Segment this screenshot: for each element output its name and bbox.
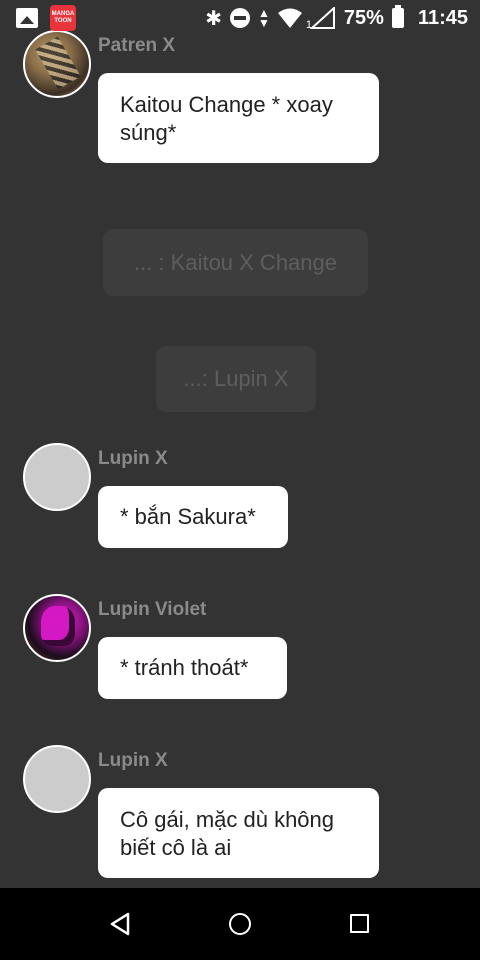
signal-icon: 1 bbox=[306, 7, 336, 31]
avatar-lupin-violet[interactable] bbox=[23, 594, 91, 662]
status-bar: MANGA TOON ✱ ▲ ▼ 1 75% 11:45 bbox=[0, 0, 480, 36]
message-bubble[interactable]: * tránh thoát* bbox=[98, 637, 287, 699]
message-bubble[interactable]: Kaitou Change * xoay súng* bbox=[98, 73, 379, 163]
recents-icon[interactable] bbox=[350, 914, 369, 933]
clock: 11:45 bbox=[417, 6, 468, 29]
back-icon[interactable] bbox=[108, 912, 132, 941]
sender-name: Patren X bbox=[98, 35, 176, 56]
narration-bubble[interactable]: ... : Kaitou X Change bbox=[103, 229, 368, 296]
sender-name: Lupin X bbox=[98, 750, 168, 771]
home-icon[interactable] bbox=[229, 913, 251, 935]
avatar-patren-x[interactable] bbox=[23, 30, 91, 98]
sender-name: Lupin X bbox=[98, 448, 168, 469]
message-bubble[interactable]: Cô gái, mặc dù không biết cô là ai bbox=[98, 788, 379, 878]
signal-sub-label: 1 bbox=[305, 19, 313, 31]
mangatoon-notification-icon: MANGA TOON bbox=[50, 5, 76, 31]
battery-percent: 75% bbox=[343, 6, 384, 29]
message-bubble[interactable]: * bắn Sakura* bbox=[98, 486, 288, 548]
narration-bubble[interactable]: ...: Lupin X bbox=[156, 346, 316, 412]
data-arrows-icon: ▲ ▼ bbox=[258, 6, 270, 30]
sender-name: Lupin Violet bbox=[98, 599, 207, 620]
chat-area[interactable]: Patren X Kaitou Change * xoay súng* ... … bbox=[0, 0, 480, 888]
avatar-lupin-x[interactable] bbox=[23, 443, 91, 511]
navigation-bar bbox=[0, 888, 480, 960]
battery-icon bbox=[391, 5, 404, 28]
gallery-notification-icon bbox=[16, 8, 38, 28]
avatar-lupin-x[interactable] bbox=[23, 745, 91, 813]
wifi-icon bbox=[277, 8, 302, 28]
do-not-disturb-icon bbox=[230, 8, 251, 28]
bluetooth-icon: ✱ bbox=[205, 7, 223, 30]
